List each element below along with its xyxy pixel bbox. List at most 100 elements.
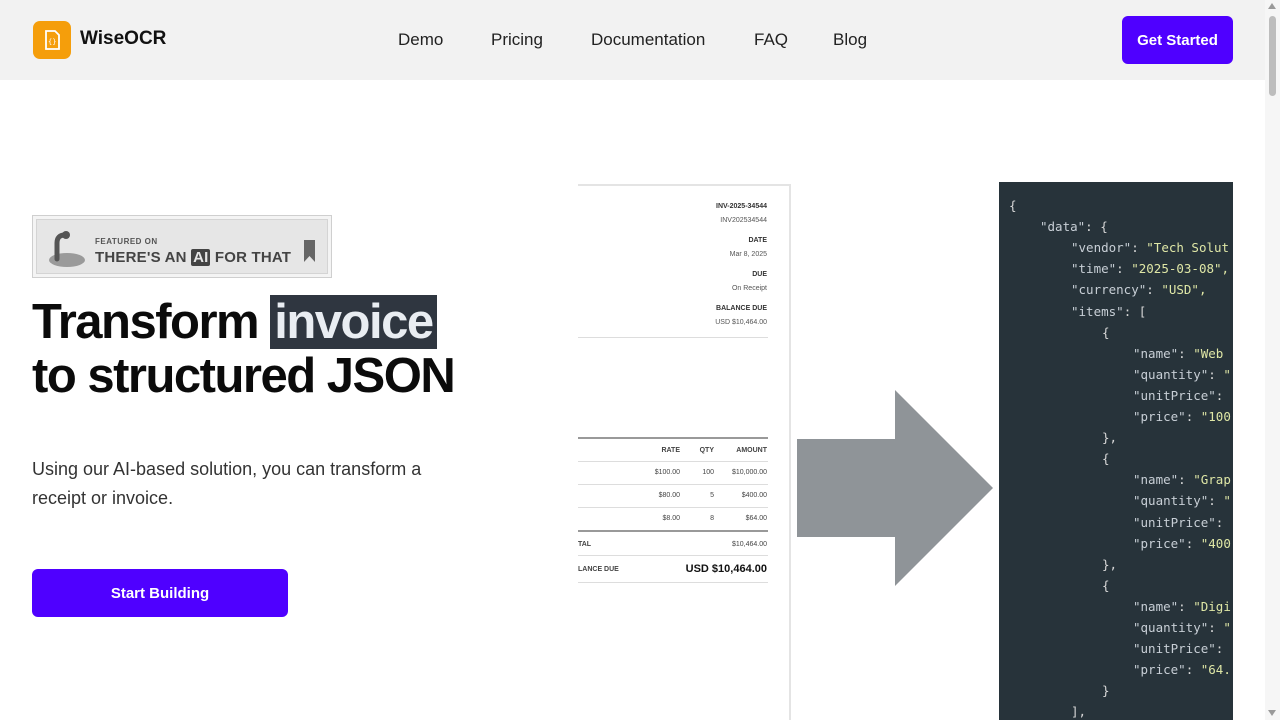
- badge-title-part1: THERE'S AN: [95, 249, 187, 266]
- json-punct: :: [1116, 261, 1132, 277]
- hero-title-line2: to structured JSON: [32, 349, 456, 403]
- json-line: "time": "2025-03-08",: [1071, 261, 1229, 276]
- json-punct: :: [1208, 620, 1224, 635]
- json-key: "data": [1040, 219, 1086, 235]
- bookmark-icon: [304, 240, 315, 262]
- start-building-button[interactable]: Start Building: [32, 569, 288, 617]
- row-amount: $64.00: [745, 515, 767, 522]
- get-started-button[interactable]: Get Started: [1122, 16, 1233, 64]
- json-punct: },: [1102, 430, 1118, 446]
- nav-link-documentation[interactable]: Documentation: [591, 30, 705, 50]
- json-string: "Web: [1193, 345, 1224, 361]
- nav-link-pricing[interactable]: Pricing: [491, 30, 543, 50]
- invoice-number-value: INV202534544: [720, 217, 767, 224]
- json-punct: : [: [1123, 303, 1147, 319]
- json-punct: ],: [1071, 704, 1087, 720]
- json-punct: {: [1102, 324, 1110, 340]
- scroll-down-arrow-icon[interactable]: [1268, 710, 1276, 716]
- json-punct: :: [1208, 493, 1224, 509]
- json-punct: {: [1009, 198, 1017, 213]
- scroll-up-arrow-icon[interactable]: [1268, 3, 1276, 9]
- row-rate: $80.00: [658, 492, 680, 499]
- json-line: {: [1102, 325, 1110, 340]
- row-amount: $400.00: [741, 492, 767, 499]
- json-line: "name": "Digi: [1133, 599, 1231, 614]
- json-punct: :: [1215, 641, 1224, 657]
- divider: [578, 530, 768, 532]
- json-line: "quantity": ": [1133, 367, 1231, 382]
- json-punct: :: [1146, 282, 1162, 298]
- nav-link-blog[interactable]: Blog: [833, 30, 867, 50]
- invoice-due-value: On Receipt: [731, 285, 767, 292]
- json-punct: :: [1185, 662, 1201, 678]
- json-key: "price": [1133, 662, 1186, 678]
- invoice-number-label: INV-2025-34544: [716, 203, 767, 210]
- json-key: "quantity": [1133, 493, 1209, 509]
- json-key: "name": [1133, 598, 1179, 614]
- json-line: "currency": "USD",: [1071, 282, 1206, 297]
- json-line: {: [1009, 198, 1017, 213]
- hero-title-part1: Transform: [32, 295, 260, 349]
- row-amount: $10,000.00: [731, 469, 767, 476]
- row-qty: 8: [710, 515, 714, 522]
- row-qty: 5: [710, 492, 714, 499]
- json-key: "quantity": [1133, 366, 1209, 382]
- hero-title: Transform invoice to structured JSON: [32, 295, 456, 403]
- page-scrollbar[interactable]: [1265, 0, 1280, 720]
- json-line: },: [1102, 430, 1117, 445]
- json-punct: {: [1102, 577, 1110, 593]
- json-line: "price": "400: [1133, 536, 1231, 551]
- json-punct: :: [1208, 366, 1224, 382]
- json-punct: :: [1185, 535, 1201, 551]
- json-punct: :: [1185, 409, 1201, 424]
- json-key: "quantity": [1133, 620, 1209, 635]
- json-key: "unitPrice": [1133, 387, 1216, 403]
- badge-ai-text: AI: [191, 249, 211, 266]
- column-header-amount: AMOUNT: [736, 447, 767, 454]
- row-rate: $100.00: [654, 469, 680, 476]
- json-key: "name": [1133, 345, 1179, 361]
- divider: [578, 484, 768, 485]
- json-key: "price": [1133, 535, 1186, 551]
- json-string: ": [1223, 366, 1231, 382]
- scrollbar-thumb[interactable]: [1269, 16, 1276, 96]
- invoice-balance-label: BALANCE DUE: [716, 305, 767, 312]
- json-line: },: [1102, 557, 1117, 572]
- json-punct: },: [1102, 556, 1118, 572]
- badge-title-part2: FOR THAT: [214, 249, 292, 266]
- divider: [578, 337, 768, 338]
- featured-badge[interactable]: FEATURED ON THERE'S AN AI FOR THAT: [32, 215, 332, 278]
- json-key: "name": [1133, 472, 1179, 488]
- divider: [578, 507, 768, 508]
- top-navbar: {} WiseOCR Demo Pricing Documentation FA…: [0, 0, 1265, 80]
- json-key: "items": [1071, 303, 1124, 319]
- json-key: "vendor": [1071, 240, 1132, 256]
- brand-name[interactable]: WiseOCR: [80, 28, 166, 50]
- nav-link-faq[interactable]: FAQ: [754, 30, 788, 50]
- json-punct: :: [1178, 345, 1194, 361]
- badge-featured-text: FEATURED ON: [95, 237, 158, 246]
- invoice-due-label: DUE: [752, 271, 767, 278]
- json-key: "time": [1071, 261, 1117, 277]
- json-key: "price": [1133, 409, 1186, 424]
- nav-link-demo[interactable]: Demo: [398, 30, 443, 50]
- json-line: "unitPrice":: [1133, 641, 1223, 656]
- json-string: ": [1223, 493, 1231, 509]
- json-line: "name": "Web: [1133, 346, 1223, 361]
- invoice-balance-value: USD $10,464.00: [715, 319, 767, 326]
- logo-icon[interactable]: {}: [33, 21, 71, 59]
- json-line: {: [1102, 578, 1110, 593]
- json-line: ],: [1071, 704, 1086, 719]
- json-string: "Grap: [1193, 472, 1231, 488]
- divider: [578, 461, 768, 462]
- json-string: "64.: [1200, 662, 1231, 678]
- json-punct: : {: [1085, 219, 1108, 235]
- divider: [578, 582, 768, 583]
- json-string: "2025-03-08",: [1131, 261, 1230, 277]
- json-punct: :: [1178, 598, 1194, 614]
- divider: [578, 555, 768, 556]
- badge-title: THERE'S AN AI FOR THAT: [95, 249, 291, 266]
- robot-arm-icon: [49, 231, 85, 267]
- json-line: "data": {: [1040, 219, 1108, 234]
- json-line: {: [1102, 451, 1110, 466]
